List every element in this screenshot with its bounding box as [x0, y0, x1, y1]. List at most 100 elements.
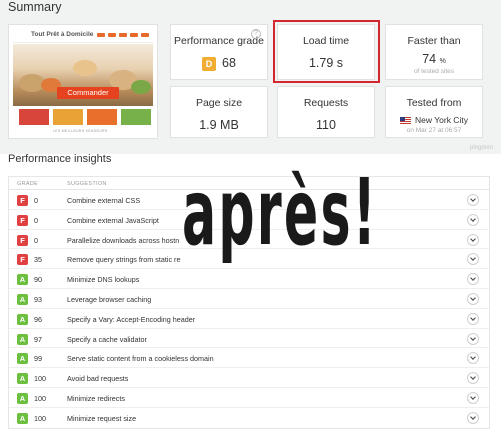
chevron-down-icon[interactable]: [467, 213, 479, 226]
insights-table: GRADE SUGGESTION F 0 Combine external CSS F…: [8, 176, 490, 429]
row-score: 100: [34, 413, 46, 423]
grade-badge: A: [17, 392, 28, 404]
row-score: 90: [34, 275, 42, 285]
row-score: 0: [34, 235, 38, 245]
grade-badge: A: [17, 274, 28, 286]
row-suggestion: Minimize DNS lookups: [67, 275, 140, 285]
row-suggestion: Specify a cache validator: [67, 334, 147, 344]
table-row[interactable]: A 90 Minimize DNS lookups: [9, 269, 489, 289]
row-suggestion: Serve static content from a cookieless d…: [67, 354, 214, 364]
grade-badge: F: [17, 214, 28, 226]
table-row[interactable]: F 0 Combine external CSS: [9, 190, 489, 210]
row-score: 96: [34, 314, 42, 324]
page-size-label: Page size: [195, 97, 243, 109]
performance-grade-value: 68: [222, 56, 236, 70]
table-header: GRADE SUGGESTION: [9, 177, 489, 190]
grade-badge: A: [17, 353, 28, 365]
grade-badge: A: [17, 412, 28, 424]
pingdom-credit: pingdom: [469, 145, 493, 151]
tested-from-label: Tested from: [406, 97, 462, 109]
grade-badge: D: [202, 56, 217, 71]
row-suggestion: Minimize request size: [67, 413, 137, 423]
grade-badge: A: [17, 333, 28, 345]
site-hero-image: Commander: [13, 44, 153, 106]
chevron-down-icon[interactable]: [467, 292, 479, 305]
faster-than-unit: %: [439, 58, 446, 65]
tested-from-date: on Mar 27 at 06:57: [406, 127, 462, 134]
tested-from-card: Tested from New York City on Mar 27 at 0…: [385, 86, 483, 138]
table-row[interactable]: A 97 Specify a cache validator: [9, 329, 489, 349]
site-category-cards: [19, 109, 151, 125]
grade-badge: F: [17, 234, 28, 246]
chevron-down-icon[interactable]: [467, 411, 479, 424]
chevron-down-icon[interactable]: [467, 352, 479, 365]
requests-card: Requests 110: [277, 86, 375, 138]
table-row[interactable]: A 100 Avoid bad requests: [9, 368, 489, 388]
row-suggestion: Combine external CSS: [67, 196, 141, 205]
row-suggestion: Minimize redirects: [67, 393, 125, 403]
site-header: Tout Prêt à Domicile: [13, 29, 153, 43]
table-row[interactable]: A 93 Leverage browser caching: [9, 289, 489, 309]
row-score: 0: [34, 196, 38, 205]
row-score: 100: [34, 393, 46, 403]
site-brand: Tout Prêt à Domicile: [31, 31, 94, 38]
row-score: 35: [34, 255, 42, 265]
suggestion-column-header: SUGGESTION: [67, 181, 107, 187]
chevron-down-icon[interactable]: [467, 194, 479, 206]
grade-badge: A: [17, 373, 28, 385]
row-suggestion: Parallelize downloads across hostn: [67, 235, 180, 245]
table-row[interactable]: F 35 Remove query strings from static re: [9, 249, 489, 270]
row-score: 99: [34, 354, 42, 364]
summary-section: Summary Tout Prêt à Domicile Commander L…: [0, 0, 501, 154]
site-preview: Tout Prêt à Domicile Commander LES MEILL…: [13, 29, 153, 134]
site-nav: [97, 33, 149, 37]
row-suggestion: Specify a Vary: Accept-Encoding header: [67, 314, 196, 324]
grade-badge: F: [17, 195, 28, 206]
faster-than-card: Faster than 74 % of tested sites: [385, 24, 483, 80]
chevron-down-icon[interactable]: [467, 273, 479, 286]
page-size-card: Page size 1.9 MB: [170, 86, 268, 138]
page-size-value: 1.9 MB: [199, 118, 239, 132]
requests-label: Requests: [303, 97, 349, 109]
row-score: 100: [34, 374, 46, 384]
site-screenshot: Tout Prêt à Domicile Commander LES MEILL…: [8, 24, 158, 139]
table-row[interactable]: A 100 Minimize redirects: [9, 388, 489, 408]
faster-than-sub: of tested sites: [413, 68, 455, 75]
chevron-down-icon[interactable]: [467, 332, 479, 345]
row-score: 97: [34, 334, 42, 344]
chevron-down-icon[interactable]: [467, 372, 479, 385]
faster-than-value-row: 74 %: [386, 52, 482, 66]
table-row[interactable]: F 0 Parallelize downloads across hostn: [9, 230, 489, 250]
table-row[interactable]: A 96 Specify a Vary: Accept-Encoding heade…: [9, 309, 489, 329]
table-row[interactable]: F 0 Combine external JavaScript: [9, 210, 489, 230]
tested-from-location: New York City: [415, 115, 468, 125]
help-icon[interactable]: ?: [251, 29, 261, 39]
row-suggestion: Combine external JavaScript: [67, 215, 159, 225]
row-suggestion: Remove query strings from static re: [67, 255, 181, 265]
chevron-down-icon[interactable]: [467, 312, 479, 325]
faster-than-value: 74: [422, 52, 437, 66]
tested-from-location-row: New York City: [386, 115, 482, 125]
grade-badge: A: [17, 313, 28, 325]
faster-than-label: Faster than: [407, 35, 461, 47]
row-suggestion: Avoid bad requests: [67, 374, 129, 384]
summary-title: Summary: [8, 0, 62, 14]
grade-column-header: GRADE: [17, 181, 39, 187]
grade-badge: A: [17, 293, 28, 305]
requests-value: 110: [316, 118, 336, 132]
performance-grade-card: ? Performance grade D 68: [170, 24, 268, 80]
chevron-down-icon[interactable]: [467, 391, 479, 404]
load-time-highlight-box: [273, 20, 380, 83]
table-row[interactable]: A 100 Minimize request size: [9, 408, 489, 428]
site-cta-button: Commander: [57, 87, 119, 99]
row-score: 93: [34, 294, 42, 304]
row-suggestion: Leverage browser caching: [67, 294, 152, 304]
table-body: F 0 Combine external CSS F 0 Combine external…: [9, 190, 489, 428]
table-row[interactable]: A 99 Serve static content from a cookieles…: [9, 348, 489, 369]
chevron-down-icon[interactable]: [467, 253, 479, 266]
us-flag-icon: [400, 117, 412, 125]
chevron-down-icon[interactable]: [467, 233, 479, 246]
row-score: 0: [34, 215, 38, 225]
insights-title: Performance insights: [8, 153, 112, 165]
grade-badge: F: [17, 254, 28, 266]
